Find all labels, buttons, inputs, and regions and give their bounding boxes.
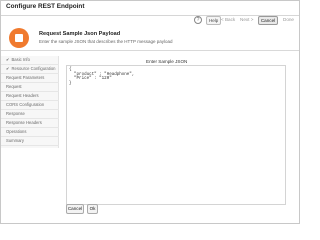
sidebar-item-summary[interactable]: Summary: [1, 137, 59, 146]
info-title: Request Sample Json Payload: [39, 31, 121, 37]
ok-button[interactable]: Ok: [87, 204, 98, 214]
dialog: Configure REST Endpoint ? Help < Back Ne…: [0, 0, 300, 224]
header-bar: ? Help < Back Next > Cancel Done: [1, 8, 299, 25]
sidebar-item-response-headers[interactable]: Response Headers: [1, 119, 59, 128]
footer-cancel-button[interactable]: Cancel: [66, 204, 84, 214]
cancel-button[interactable]: Cancel: [258, 16, 278, 25]
json-editor[interactable]: { "product" : "Headphone", "Price" : "12…: [66, 65, 286, 205]
info-description: Enter the sample JSON that describes the…: [39, 39, 173, 44]
steps-sidebar: ✔ Basic Info ✔ Resource Configuration Requ…: [1, 56, 59, 148]
sidebar-item-resource-configuration[interactable]: ✔ Resource Configuration: [1, 65, 59, 74]
check-icon: ✔: [6, 57, 10, 62]
sidebar-item-request-parameters[interactable]: Request Parameters: [1, 74, 59, 83]
sidebar-item-request-headers[interactable]: Request Headers: [1, 92, 59, 101]
next-button[interactable]: Next >: [240, 17, 253, 22]
info-header: Request Sample Json Payload Enter the sa…: [1, 25, 299, 51]
done-button[interactable]: Done: [283, 17, 294, 22]
check-icon: ✔: [6, 66, 10, 71]
help-icon[interactable]: ?: [194, 16, 202, 24]
back-button[interactable]: < Back: [221, 17, 235, 22]
editor-title: Enter Sample JSON: [146, 59, 188, 64]
json-editor-content[interactable]: { "product" : "Headphone", "Price" : "12…: [69, 68, 134, 86]
step-badge-icon: [9, 28, 29, 48]
help-button[interactable]: Help: [206, 16, 222, 25]
badge-glyph-icon: [15, 34, 23, 42]
sidebar-item-cors-configuration[interactable]: CORS Configuration: [1, 101, 59, 110]
sidebar-item-basic-info[interactable]: ✔ Basic Info: [1, 56, 59, 65]
sidebar-item-operations[interactable]: Operations: [1, 128, 59, 137]
sidebar-item-response[interactable]: Response: [1, 110, 59, 119]
sidebar-item-request[interactable]: Request: [1, 83, 59, 92]
